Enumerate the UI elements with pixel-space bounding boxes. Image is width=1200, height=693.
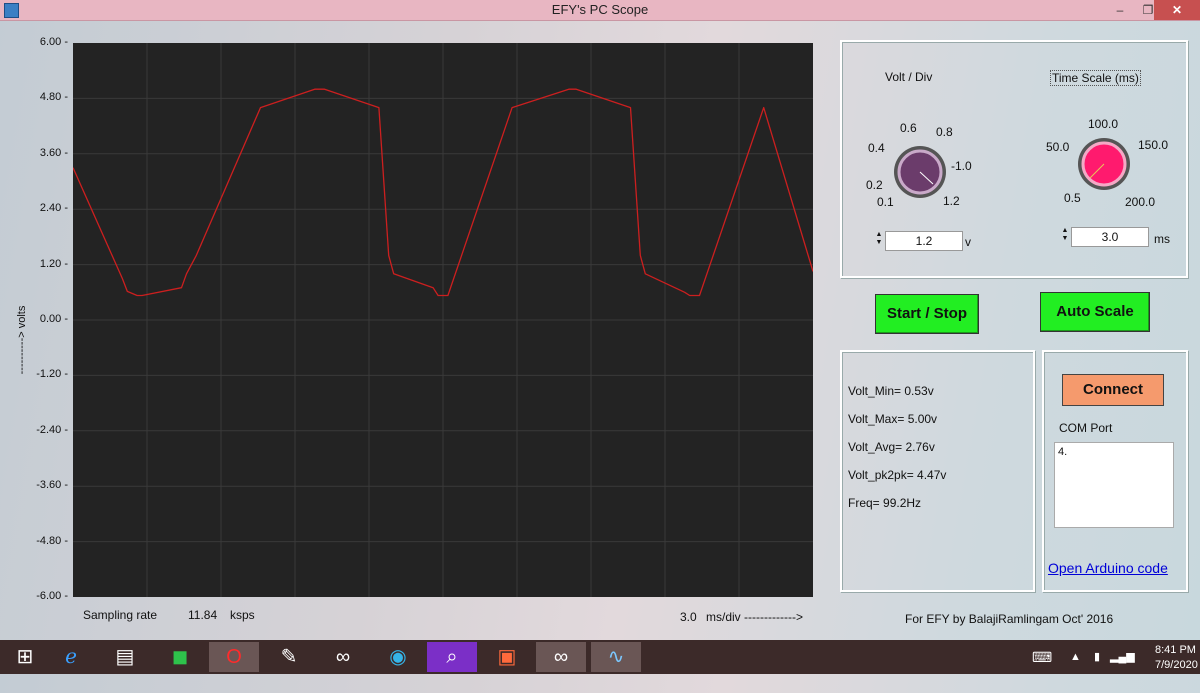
y-tick-label: -6.00 -	[36, 590, 68, 602]
arduino-active-icon[interactable]: ∞	[536, 642, 586, 672]
sampling-rate-unit: ksps	[230, 608, 255, 622]
tray-expand-icon[interactable]: ▲	[1070, 651, 1081, 685]
time-scale-label: 200.0	[1125, 195, 1156, 209]
scope-chart	[73, 43, 813, 597]
edge-legacy-icon[interactable]: ℯ	[46, 642, 96, 672]
y-tick-label: 1.20 -	[39, 257, 68, 270]
volt-div-input[interactable]: 1.2	[885, 231, 963, 251]
title-bar: EFY's PC Scope – ❐ ✕	[0, 0, 1200, 21]
opera-icon[interactable]: O	[209, 642, 259, 672]
time-scale-label: 150.0	[1138, 138, 1169, 152]
start-stop-button[interactable]: Start / Stop	[875, 294, 979, 334]
clock-date[interactable]: 7/9/2020	[1155, 659, 1198, 693]
arduino-icon[interactable]: ∞	[318, 642, 368, 672]
volt-scale-label: 0.8	[936, 125, 953, 139]
open-arduino-code-link[interactable]: Open Arduino code	[1048, 560, 1168, 576]
credit-text: For EFY by BalajiRamlingam Oct' 2016	[905, 612, 1114, 626]
network-icon[interactable]: ▂▄▆	[1110, 650, 1135, 684]
volt-scale-label: 0.4	[868, 141, 885, 155]
volt-min-readout: Volt_Min= 0.53v	[848, 384, 934, 398]
y-tick-label: -3.60 -	[36, 479, 68, 492]
ms-div-label: ms/div ------------->	[706, 610, 803, 624]
time-scale-label: 50.0	[1046, 140, 1070, 154]
volt-avg-readout: Volt_Avg= 2.76v	[848, 440, 935, 454]
y-tick-label: 6.00 -	[39, 36, 68, 48]
time-spin-arrows[interactable]: ▲ ▼	[1060, 227, 1070, 245]
y-tick-label: 3.60 -	[39, 146, 68, 159]
com-port-list[interactable]: 4.	[1054, 442, 1174, 528]
volt-scale-label: 0.2	[866, 178, 883, 192]
keyboard-icon[interactable]: ⌨	[1032, 649, 1052, 683]
sampling-rate-value: 11.84	[188, 608, 218, 622]
volt-max-readout: Volt_Max= 5.00v	[848, 412, 938, 426]
y-tick-label: -4.80 -	[36, 534, 68, 547]
edge-icon[interactable]: ◉	[373, 642, 423, 672]
sampling-rate-label: Sampling rate	[83, 608, 158, 622]
window-title: EFY's PC Scope	[551, 2, 649, 17]
y-tick-label: -1.20 -	[36, 368, 68, 381]
volt-unit-label: v	[965, 235, 971, 249]
time-scale-label: 0.5	[1064, 191, 1081, 205]
search-app-icon[interactable]: ⌕	[427, 642, 477, 672]
y-axis-title: ----------> volts	[16, 305, 28, 375]
volt-div-title: Volt / Div	[885, 70, 933, 84]
office-icon[interactable]: ▣	[482, 642, 532, 672]
y-tick-label: 2.40 -	[39, 202, 68, 215]
minimize-button[interactable]: –	[1106, 0, 1134, 20]
close-button[interactable]: ✕	[1154, 0, 1200, 20]
time-scale-title: Time Scale (ms)	[1050, 70, 1141, 86]
volt-scale-label: 1.2	[943, 194, 960, 208]
ms-div-value: 3.0	[680, 610, 697, 624]
y-tick-label: -2.40 -	[36, 423, 68, 436]
volt-scale-label: -1.0	[951, 159, 972, 173]
time-scale-input[interactable]: 3.0	[1071, 227, 1149, 247]
volt-pk2pk-readout: Volt_pk2pk= 4.47v	[848, 468, 947, 482]
file-explorer-icon[interactable]: ▤	[100, 642, 150, 672]
volt-scale-label: 0.1	[877, 195, 894, 209]
y-tick-label: 0.00 -	[39, 313, 68, 325]
connect-button[interactable]: Connect	[1062, 374, 1164, 406]
volt-spin-arrows[interactable]: ▲ ▼	[874, 231, 884, 249]
com-port-label: COM Port	[1059, 421, 1113, 435]
battery-icon[interactable]: ▮	[1094, 650, 1100, 684]
taskbar: ⊞ ℯ ▤ ◼ O ✎ ∞ ◉ ⌕ ▣ ∞ ∿ ⌨ ▲ ▮ ▂▄▆ 8:41 P…	[0, 640, 1200, 674]
y-tick-label: 4.80 -	[39, 91, 68, 104]
frequency-readout: Freq= 99.2Hz	[848, 496, 922, 510]
scope-plot-area: 6.00 - 4.80 - 3.60 - 2.40 - 1.20 - 0.00 - -1.2…	[0, 22, 835, 632]
pc-scope-icon[interactable]: ∿	[591, 642, 641, 672]
store-icon[interactable]: ◼	[155, 642, 205, 672]
time-unit-label: ms	[1154, 232, 1170, 246]
paint-icon[interactable]: ✎	[264, 642, 314, 672]
auto-scale-button[interactable]: Auto Scale	[1040, 292, 1150, 332]
volt-scale-label: 0.6	[900, 121, 917, 135]
time-scale-label: 100.0	[1088, 117, 1119, 131]
start-windows-icon[interactable]: ⊞	[0, 642, 50, 672]
